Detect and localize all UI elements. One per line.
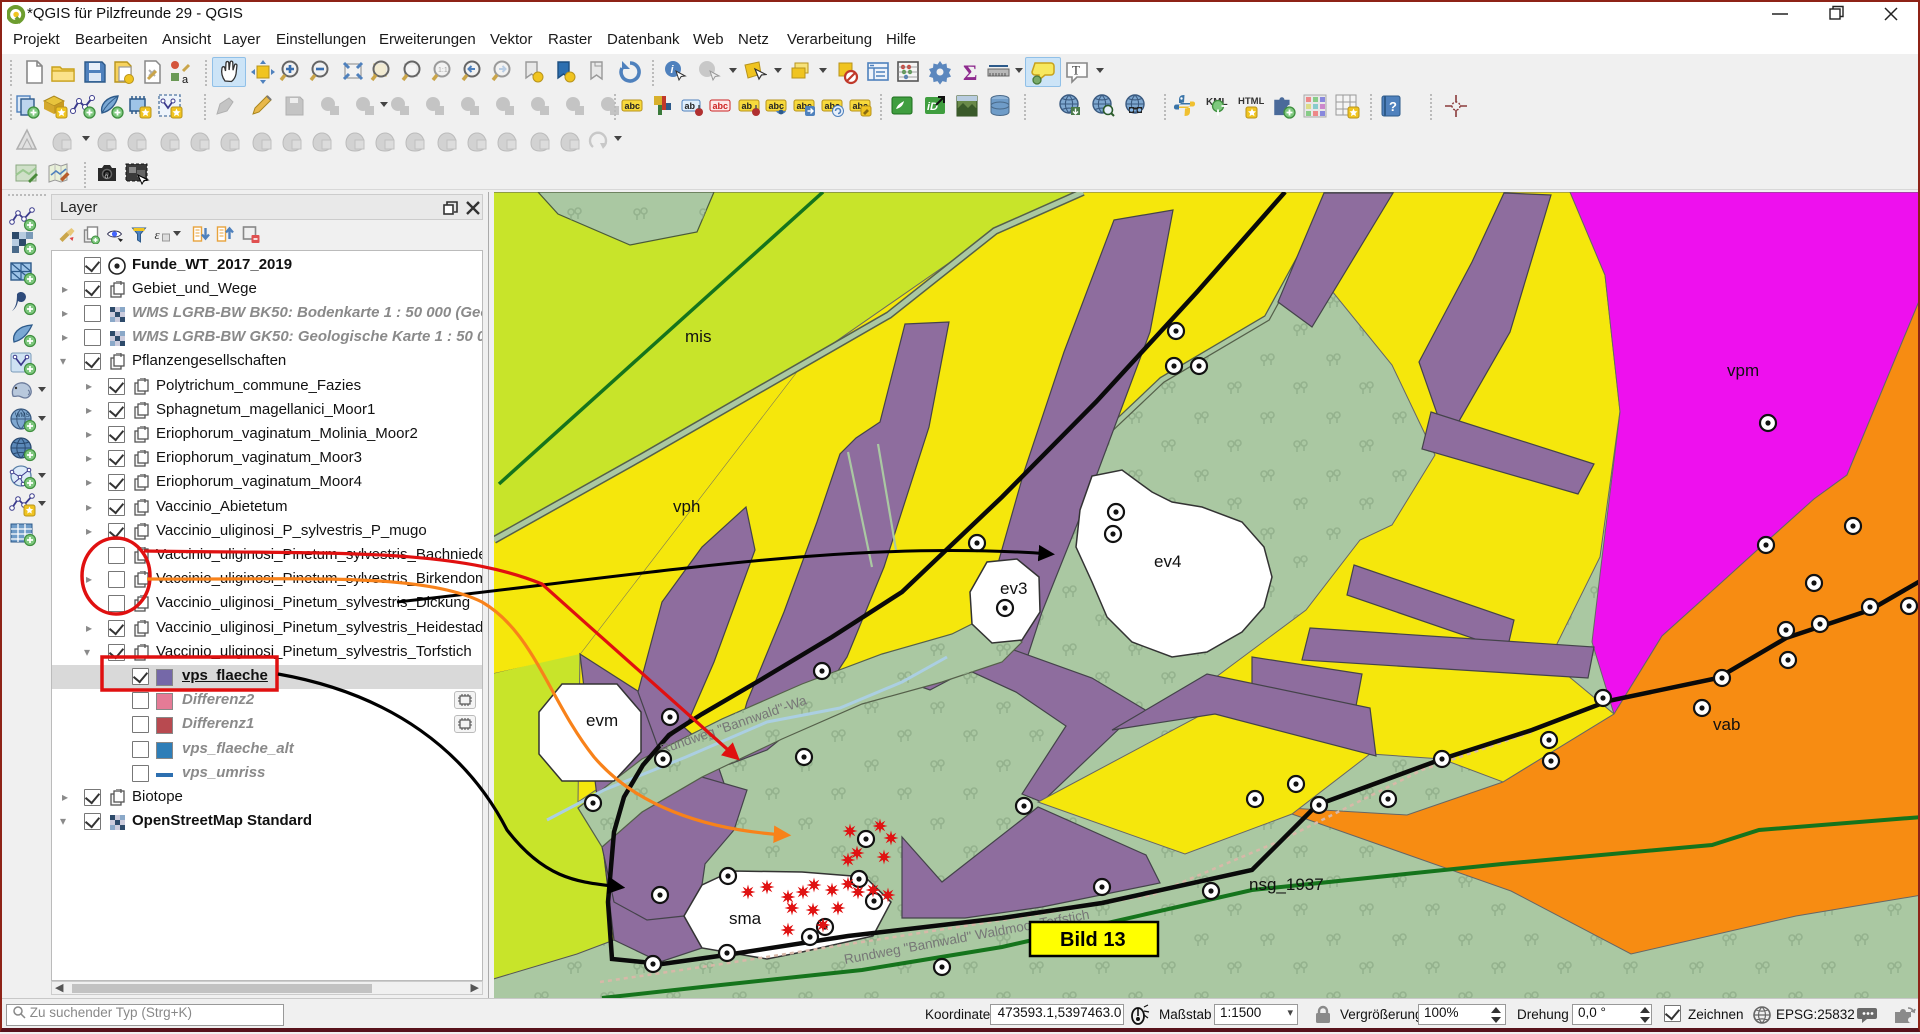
svg-text:ab: ab bbox=[742, 101, 753, 111]
svg-text:nsg_1937: nsg_1937 bbox=[1249, 875, 1324, 894]
svg-text:abc: abc bbox=[769, 101, 785, 111]
svg-text:1:1: 1:1 bbox=[438, 67, 448, 74]
svg-text:abc: abc bbox=[625, 101, 641, 111]
svg-text:ev4: ev4 bbox=[1154, 552, 1181, 571]
svg-text:HTML: HTML bbox=[1238, 96, 1264, 107]
svg-text:abc: abc bbox=[713, 101, 729, 111]
svg-text:Σ: Σ bbox=[963, 60, 977, 85]
svg-text:Bild 13: Bild 13 bbox=[1060, 929, 1126, 951]
svg-text:vab: vab bbox=[1713, 715, 1740, 734]
svg-text:evm: evm bbox=[586, 711, 618, 730]
svg-text:a: a bbox=[182, 74, 189, 85]
svg-text:ε: ε bbox=[155, 227, 161, 242]
svg-text:ab: ab bbox=[685, 101, 696, 111]
svg-text:T: T bbox=[1072, 63, 1080, 78]
svg-text:o: o bbox=[105, 174, 109, 181]
svg-text:vpm: vpm bbox=[1727, 361, 1759, 380]
svg-text:?: ? bbox=[1389, 99, 1397, 114]
svg-text:mis: mis bbox=[685, 327, 711, 346]
svg-text:vph: vph bbox=[673, 497, 700, 516]
svg-text:sma: sma bbox=[729, 909, 762, 928]
svg-text:ev3: ev3 bbox=[1000, 579, 1027, 598]
svg-text:WMS: WMS bbox=[15, 413, 30, 419]
svg-text:iD: iD bbox=[927, 101, 938, 113]
